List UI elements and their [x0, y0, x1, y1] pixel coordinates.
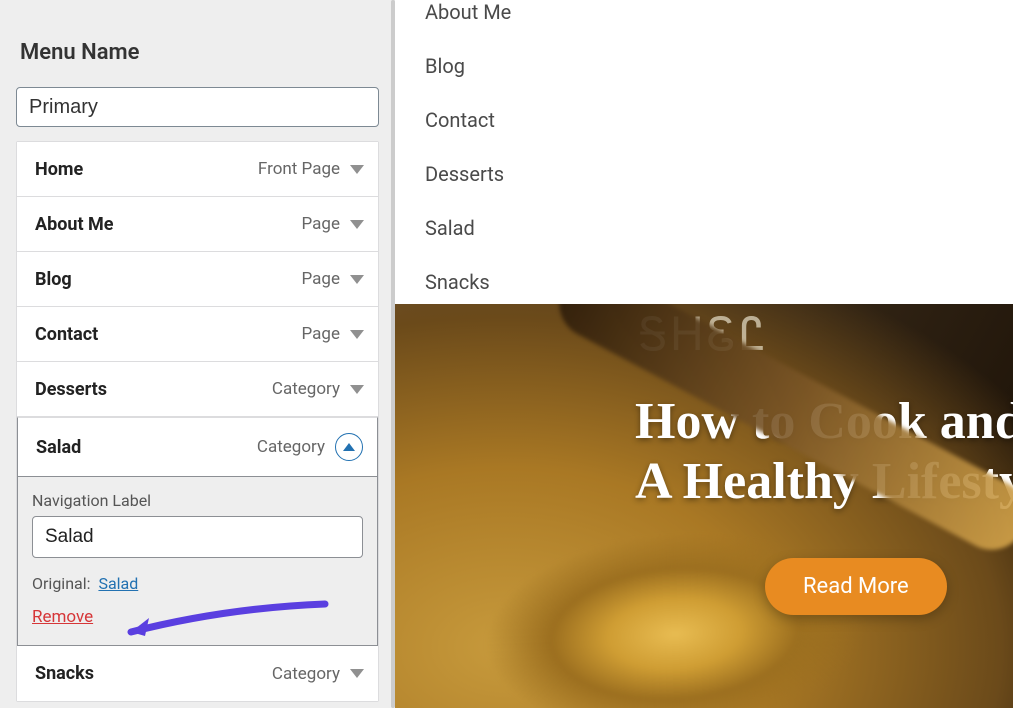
- menu-item-blog[interactable]: Blog Page: [17, 252, 378, 307]
- nav-link-desserts[interactable]: Desserts: [425, 162, 983, 186]
- nav-link-snacks[interactable]: Snacks: [425, 270, 983, 294]
- menu-item-home[interactable]: Home Front Page: [17, 142, 378, 197]
- read-more-button[interactable]: Read More: [765, 558, 947, 615]
- menu-item-type: Category: [272, 379, 340, 399]
- menu-item-desserts[interactable]: Desserts Category: [17, 362, 378, 417]
- site-preview: About Me Blog Contact Desserts Salad Sna…: [395, 0, 1013, 708]
- hero-line-2: A Healthy Lifestyl: [635, 452, 1013, 512]
- menu-name-input[interactable]: [16, 87, 379, 127]
- chevron-down-icon[interactable]: [350, 330, 364, 339]
- original-link[interactable]: Salad: [98, 574, 138, 593]
- site-wordmark: ᎦᎻᏋᏝ: [638, 308, 769, 363]
- original-line: Original: Salad: [32, 574, 363, 593]
- menu-item-label: Blog: [35, 269, 72, 290]
- nav-link-salad[interactable]: Salad: [425, 216, 983, 240]
- menu-item-salad-details: Navigation Label Original: Salad Remove: [17, 477, 378, 646]
- chevron-down-icon[interactable]: [350, 220, 364, 229]
- menu-item-type: Page: [302, 324, 340, 344]
- menu-item-salad[interactable]: Salad Category: [17, 417, 378, 477]
- chevron-down-icon[interactable]: [350, 385, 364, 394]
- menu-item-label: Salad: [36, 437, 81, 458]
- original-prefix: Original:: [32, 574, 91, 593]
- hero-line-1: How to Cook and L: [635, 392, 1013, 452]
- nav-link-about-me[interactable]: About Me: [425, 0, 983, 24]
- menu-item-label: Home: [35, 159, 83, 180]
- menu-item-type: Page: [302, 269, 340, 289]
- nav-link-contact[interactable]: Contact: [425, 108, 983, 132]
- chevron-up-icon: [343, 443, 355, 451]
- menu-item-type: Page: [302, 214, 340, 234]
- menu-item-label: About Me: [35, 214, 114, 235]
- menu-item-label: Snacks: [35, 663, 94, 684]
- menu-item-type: Front Page: [258, 159, 340, 179]
- menu-item-contact[interactable]: Contact Page: [17, 307, 378, 362]
- menu-item-label: Desserts: [35, 379, 107, 400]
- collapse-button[interactable]: [335, 433, 363, 461]
- chevron-down-icon[interactable]: [350, 165, 364, 174]
- menu-items-list: Home Front Page About Me Page Blog Page: [16, 141, 379, 702]
- navigation-label-heading: Navigation Label: [32, 491, 363, 510]
- remove-link[interactable]: Remove: [32, 607, 93, 627]
- navigation-label-input[interactable]: [32, 516, 363, 558]
- menu-customizer-panel: Menu Name Home Front Page About Me Page …: [0, 0, 395, 708]
- menu-item-type: Category: [257, 437, 325, 457]
- panel-title: Menu Name: [16, 0, 379, 87]
- hero-section: ᎦᎻᏋᏝ How to Cook and L A Healthy Lifesty…: [395, 304, 1013, 708]
- chevron-down-icon[interactable]: [350, 275, 364, 284]
- chevron-down-icon[interactable]: [350, 669, 364, 678]
- menu-item-about-me[interactable]: About Me Page: [17, 197, 378, 252]
- nav-link-blog[interactable]: Blog: [425, 54, 983, 78]
- menu-item-type: Category: [272, 664, 340, 684]
- preview-nav: About Me Blog Contact Desserts Salad Sna…: [395, 0, 1013, 304]
- menu-item-label: Contact: [35, 324, 98, 345]
- menu-item-snacks[interactable]: Snacks Category: [17, 646, 378, 701]
- hero-heading: How to Cook and L A Healthy Lifestyl: [635, 392, 1013, 512]
